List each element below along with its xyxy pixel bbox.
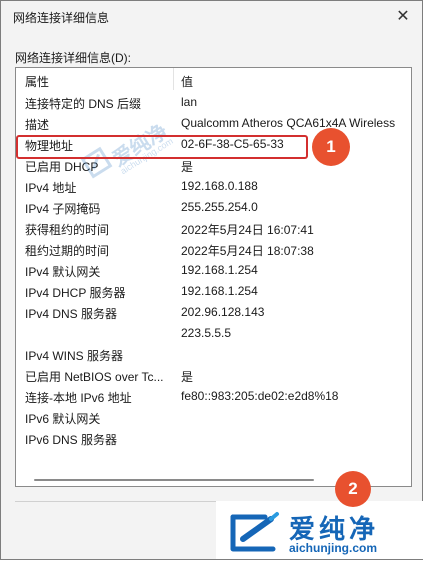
list-row[interactable]: IPv4 DNS 服务器 202.96.128.143: [16, 302, 411, 323]
brand-url: aichunjing.com: [289, 541, 378, 555]
list-row[interactable]: 连接-本地 IPv6 地址 fe80::983:205:de02:e2d8%18: [16, 386, 411, 407]
details-listview[interactable]: 属性 值 连接特定的 DNS 后缀 lan 描述 Qualcomm Atheros Q…: [15, 67, 412, 487]
row-value: 192.168.1.254: [181, 284, 258, 298]
step-badge-2: 2: [335, 471, 371, 507]
list-row[interactable]: IPv4 子网掩码 255.255.254.0: [16, 197, 411, 218]
row-value: 255.255.254.0: [181, 200, 258, 214]
brand-logo: 爱纯净 aichunjing.com: [227, 509, 417, 557]
list-row[interactable]: 223.5.5.5: [16, 323, 411, 344]
row-value: fe80::983:205:de02:e2d8%18: [181, 389, 339, 403]
row-property: IPv4 默认网关: [25, 265, 101, 279]
row-value: 192.168.0.188: [181, 179, 258, 193]
column-header-property[interactable]: 属性: [25, 73, 49, 90]
row-value: 是: [181, 370, 194, 384]
list-row[interactable]: IPv6 DNS 服务器: [16, 428, 411, 449]
row-value: 2022年5月24日 16:07:41: [181, 223, 314, 237]
list-row[interactable]: IPv6 默认网关: [16, 407, 411, 428]
row-value: 223.5.5.5: [181, 326, 232, 340]
window-title: 网络连接详细信息: [13, 11, 110, 25]
row-value: 192.168.1.254: [181, 263, 258, 277]
list-row[interactable]: IPv4 DHCP 服务器 192.168.1.254: [16, 281, 411, 302]
row-property: IPv4 子网掩码: [25, 202, 101, 216]
step-badge-1: 1: [312, 128, 350, 166]
row-value: 202.96.128.143: [181, 305, 265, 319]
row-property: IPv4 WINS 服务器: [25, 349, 124, 363]
list-row[interactable]: 描述 Qualcomm Atheros QCA61x4A Wireless: [16, 113, 411, 134]
row-property: 已启用 NetBIOS over Tc...: [25, 370, 164, 384]
list-row[interactable]: IPv4 地址 192.168.0.188: [16, 176, 411, 197]
row-property: 描述: [25, 118, 50, 132]
close-icon: ✕: [396, 8, 410, 25]
row-property: 连接特定的 DNS 后缀: [25, 97, 142, 111]
brand-mark-icon: [230, 512, 279, 552]
column-divider[interactable]: [173, 68, 174, 90]
network-details-dialog: 网络连接详细信息 ✕ 网络连接详细信息(D): 属性 值 连接特定的 DNS 后…: [0, 0, 423, 560]
row-property: 租约过期的时间: [25, 244, 110, 258]
row-property: 获得租约的时间: [25, 223, 110, 237]
list-row[interactable]: 已启用 NetBIOS over Tc... 是: [16, 365, 411, 386]
physical-address-highlight: [16, 135, 308, 159]
row-property: IPv4 地址: [25, 181, 77, 195]
column-header-value[interactable]: 值: [181, 73, 193, 90]
scrollbar-thumb[interactable]: [34, 479, 314, 481]
row-property: IPv4 DNS 服务器: [25, 307, 118, 321]
row-property: 连接-本地 IPv6 地址: [25, 391, 132, 405]
list-row[interactable]: IPv4 默认网关 192.168.1.254: [16, 260, 411, 281]
list-row[interactable]: 获得租约的时间 2022年5月24日 16:07:41: [16, 218, 411, 239]
close-button[interactable]: ✕: [392, 5, 414, 27]
row-value: lan: [181, 95, 198, 109]
title-bar: 网络连接详细信息 ✕: [1, 1, 422, 31]
details-label: 网络连接详细信息(D):: [15, 51, 131, 65]
row-value: Qualcomm Atheros QCA61x4A Wireless: [181, 116, 396, 130]
list-header: 属性 值: [16, 68, 411, 92]
row-property: IPv6 DNS 服务器: [25, 433, 118, 447]
row-property: IPv4 DHCP 服务器: [25, 286, 126, 300]
list-row[interactable]: IPv4 WINS 服务器: [16, 344, 411, 365]
list-row[interactable]: 租约过期的时间 2022年5月24日 18:07:38: [16, 239, 411, 260]
row-property: IPv6 默认网关: [25, 412, 101, 426]
row-value: 2022年5月24日 18:07:38: [181, 244, 314, 258]
list-row[interactable]: 连接特定的 DNS 后缀 lan: [16, 92, 411, 113]
